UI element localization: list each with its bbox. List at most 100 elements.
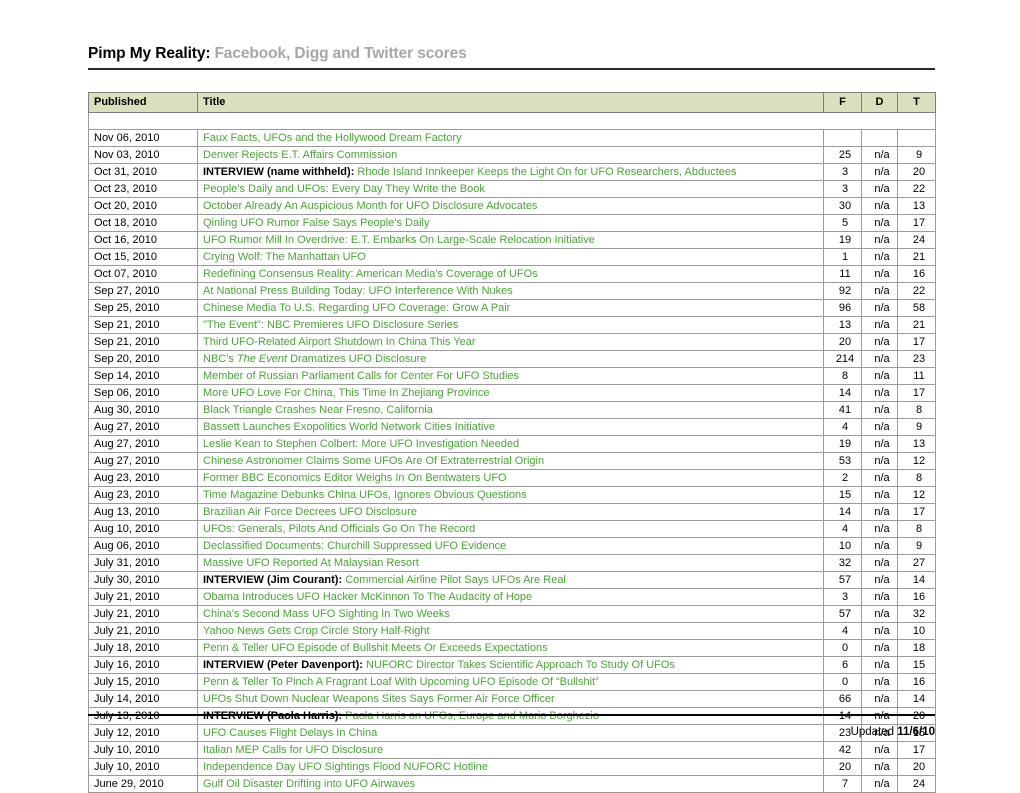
cell-score-t (897, 129, 936, 147)
title-text: NUFORC Director Takes Scientific Approac… (366, 658, 675, 671)
cell-title[interactable]: Yahoo News Gets Crop Circle Story Half-R… (197, 622, 824, 640)
page-title-line: Pimp My Reality: Facebook, Digg and Twitt… (88, 44, 935, 64)
table-row[interactable]: Nov 06, 2010 Faux Facts, UFOs and the Hol… (88, 129, 936, 147)
table-row[interactable]: Aug 13, 2010 Brazilian Air Force Decrees … (88, 503, 936, 521)
table-row[interactable]: Oct 16, 2010 UFO Rumor Mill In Overdrive:… (88, 231, 936, 249)
cell-title[interactable]: Crying Wolf: The Manhattan UFO (197, 248, 824, 266)
title-text: More UFO Love For China, This Time In Zh… (203, 386, 490, 399)
table-row[interactable]: July 21, 2010 China's Second Mass UFO Sig… (88, 605, 936, 623)
title-text: Penn & Teller UFO Episode of Bullshit Me… (203, 641, 548, 654)
column-header-title: Title (197, 92, 824, 113)
cell-score-d: n/a (861, 282, 898, 300)
table-row[interactable]: Sep 20, 2010 NBC's The Event Dramatizes U… (88, 350, 936, 368)
cell-title[interactable]: Penn & Teller To Pinch A Fragrant Loaf W… (197, 673, 824, 691)
table-row[interactable]: July 10, 2010 Independence Day UFO Sighti… (88, 758, 936, 776)
cell-title[interactable]: More UFO Love For China, This Time In Zh… (197, 384, 824, 402)
cell-title[interactable]: UFOs Shut Down Nuclear Weapons Sites Say… (197, 690, 824, 708)
cell-score-f: 8 (823, 367, 862, 385)
cell-title[interactable]: Obama Introduces UFO Hacker McKinnon To … (197, 588, 824, 606)
table-row[interactable]: Aug 30, 2010 Black Triangle Crashes Near … (88, 401, 936, 419)
header-rule (88, 68, 935, 70)
cell-published: July 21, 2010 (88, 622, 198, 640)
cell-title[interactable]: Chinese Astronomer Claims Some UFOs Are … (197, 452, 824, 470)
cell-title[interactable]: UFOs: Generals, Pilots And Officials Go … (197, 520, 824, 538)
table-row[interactable]: July 14, 2010 UFOs Shut Down Nuclear Weap… (88, 690, 936, 708)
table-row[interactable]: Aug 27, 2010 Leslie Kean to Stephen Colbe… (88, 435, 936, 453)
title-text: Redefining Consensus Reality: American M… (203, 267, 538, 280)
table-row[interactable]: Aug 27, 2010 Chinese Astronomer Claims So… (88, 452, 936, 470)
table-row[interactable]: Oct 23, 2010 People’s Daily and UFOs: Eve… (88, 180, 936, 198)
cell-title[interactable]: Third UFO-Related Airport Shutdown In Ch… (197, 333, 824, 351)
cell-title[interactable]: Declassified Documents: Churchill Suppre… (197, 537, 824, 555)
table-row[interactable]: Oct 20, 2010 October Already An Auspiciou… (88, 197, 936, 215)
table-row[interactable]: Oct 31, 2010 INTERVIEW (name withheld): R… (88, 163, 936, 181)
cell-title[interactable]: Denver Rejects E.T. Affairs Commission (197, 146, 824, 164)
cell-score-t: 8 (897, 401, 936, 419)
table-row[interactable]: July 16, 2010 INTERVIEW (Peter Davenport)… (88, 656, 936, 674)
cell-title[interactable]: Penn & Teller UFO Episode of Bullshit Me… (197, 639, 824, 657)
table-row[interactable]: July 18, 2010 Penn & Teller UFO Episode o… (88, 639, 936, 657)
cell-title[interactable]: Brazilian Air Force Decrees UFO Disclosu… (197, 503, 824, 521)
cell-title[interactable]: Member of Russian Parliament Calls for C… (197, 367, 824, 385)
cell-published: Oct 07, 2010 (88, 265, 198, 283)
cell-title[interactable]: Time Magazine Debunks China UFOs, Ignore… (197, 486, 824, 504)
table-row[interactable]: Sep 06, 2010 More UFO Love For China, Thi… (88, 384, 936, 402)
cell-title[interactable]: Redefining Consensus Reality: American M… (197, 265, 824, 283)
cell-score-d: n/a (861, 775, 898, 793)
cell-score-d: n/a (861, 350, 898, 368)
table-row[interactable]: Nov 03, 2010 Denver Rejects E.T. Affairs … (88, 146, 936, 164)
cell-title[interactable]: INTERVIEW (name withheld): Rhode Island … (197, 163, 824, 181)
cell-title[interactable]: Former BBC Economics Editor Weighs In On… (197, 469, 824, 487)
cell-published: Oct 31, 2010 (88, 163, 198, 181)
cell-title[interactable]: Italian MEP Calls for UFO Disclosure (197, 741, 824, 759)
cell-title[interactable]: Massive UFO Reported At Malaysian Resort (197, 554, 824, 572)
cell-title[interactable]: Black Triangle Crashes Near Fresno, Cali… (197, 401, 824, 419)
cell-title[interactable]: UFO Rumor Mill In Overdrive: E.T. Embark… (197, 231, 824, 249)
cell-title[interactable]: INTERVIEW (Jim Courant): Commercial Airl… (197, 571, 824, 589)
table-row[interactable]: July 15, 2010 Penn & Teller To Pinch A Fr… (88, 673, 936, 691)
table-row[interactable]: Aug 06, 2010 Declassified Documents: Chur… (88, 537, 936, 555)
title-text: UFO Rumor Mill In Overdrive: E.T. Embark… (203, 233, 595, 246)
cell-title[interactable]: China's Second Mass UFO Sighting In Two … (197, 605, 824, 623)
cell-title[interactable]: October Already An Auspicious Month for … (197, 197, 824, 215)
table-row[interactable]: Sep 21, 2010 "The Event": NBC Premieres U… (88, 316, 936, 334)
table-row[interactable]: July 30, 2010 INTERVIEW (Jim Courant): Co… (88, 571, 936, 589)
cell-score-d: n/a (861, 486, 898, 504)
cell-title[interactable]: People’s Daily and UFOs: Every Day They … (197, 180, 824, 198)
table-row[interactable]: Sep 21, 2010 Third UFO-Related Airport Sh… (88, 333, 936, 351)
cell-title[interactable]: "The Event": NBC Premieres UFO Disclosur… (197, 316, 824, 334)
table-row[interactable]: Sep 14, 2010 Member of Russian Parliament… (88, 367, 936, 385)
cell-title[interactable]: INTERVIEW (Peter Davenport): NUFORC Dire… (197, 656, 824, 674)
table-row[interactable]: Sep 27, 2010 At National Press Building T… (88, 282, 936, 300)
cell-title[interactable]: Independence Day UFO Sightings Flood NUF… (197, 758, 824, 776)
table-row[interactable]: July 31, 2010 Massive UFO Reported At Mal… (88, 554, 936, 572)
cell-score-d: n/a (861, 537, 898, 555)
table-row[interactable]: Aug 27, 2010 Bassett Launches Exopolitics… (88, 418, 936, 436)
title-text: Former BBC Economics Editor Weighs In On… (203, 471, 507, 484)
cell-published: July 30, 2010 (88, 571, 198, 589)
cell-title[interactable]: Qinling UFO Rumor False Says People's Da… (197, 214, 824, 232)
cell-title[interactable]: NBC's The Event Dramatizes UFO Disclosur… (197, 350, 824, 368)
table-row[interactable]: Oct 15, 2010 Crying Wolf: The Manhattan U… (88, 248, 936, 266)
table-row[interactable]: Aug 23, 2010 Time Magazine Debunks China … (88, 486, 936, 504)
cell-title[interactable]: Leslie Kean to Stephen Colbert: More UFO… (197, 435, 824, 453)
cell-score-d: n/a (861, 214, 898, 232)
table-row[interactable]: Aug 10, 2010 UFOs: Generals, Pilots And O… (88, 520, 936, 538)
cell-title[interactable]: Bassett Launches Exopolitics World Netwo… (197, 418, 824, 436)
table-row[interactable]: July 21, 2010 Yahoo News Gets Crop Circle… (88, 622, 936, 640)
table-row[interactable]: July 21, 2010 Obama Introduces UFO Hacker… (88, 588, 936, 606)
title-text: Third UFO-Related Airport Shutdown In Ch… (203, 335, 476, 348)
table-row[interactable]: July 10, 2010 Italian MEP Calls for UFO D… (88, 741, 936, 759)
cell-title[interactable]: Faux Facts, UFOs and the Hollywood Dream… (197, 129, 824, 147)
table-row[interactable]: June 29, 2010 Gulf Oil Disaster Drifting … (88, 775, 936, 793)
cell-score-t: 22 (897, 282, 936, 300)
cell-title[interactable]: Gulf Oil Disaster Drifting into UFO Airw… (197, 775, 824, 793)
table-row[interactable]: Sep 25, 2010 Chinese Media To U.S. Regard… (88, 299, 936, 317)
cell-title[interactable]: Chinese Media To U.S. Regarding UFO Cove… (197, 299, 824, 317)
cell-title[interactable]: INTERVIEW (Paola Harris): Paola Harris o… (197, 707, 824, 725)
cell-title[interactable]: At National Press Building Today: UFO In… (197, 282, 824, 300)
table-row[interactable]: Oct 07, 2010 Redefining Consensus Reality… (88, 265, 936, 283)
table-row[interactable]: Oct 18, 2010 Qinling UFO Rumor False Says… (88, 214, 936, 232)
table-row[interactable]: Aug 23, 2010 Former BBC Economics Editor … (88, 469, 936, 487)
table-row[interactable]: July 13, 2010 INTERVIEW (Paola Harris): P… (88, 707, 936, 725)
